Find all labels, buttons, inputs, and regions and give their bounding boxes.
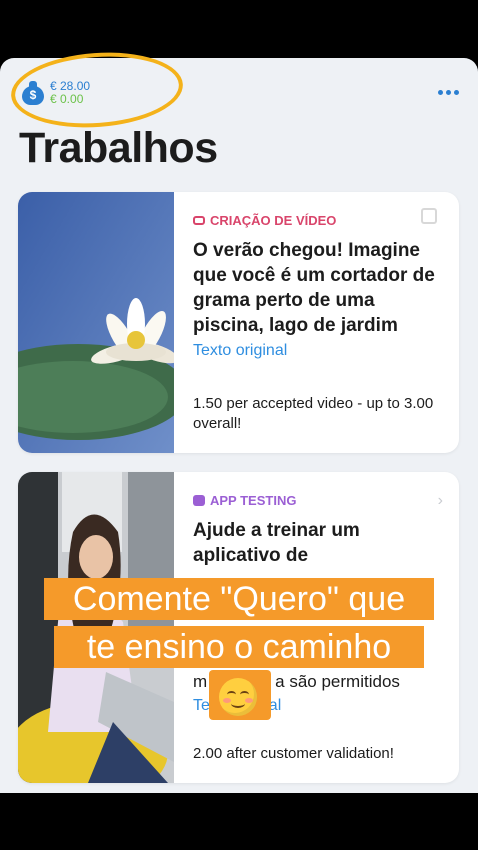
more-options-icon[interactable] bbox=[438, 90, 459, 95]
caption-line-2: te ensino o caminho bbox=[54, 626, 424, 668]
original-text-link[interactable]: Texto original bbox=[193, 342, 445, 360]
chevron-right-icon: › bbox=[437, 492, 443, 509]
app-icon bbox=[193, 495, 205, 506]
page-title: Trabalhos bbox=[19, 124, 218, 172]
record-icon bbox=[421, 208, 437, 224]
job-card-video[interactable]: CRIAÇÃO DE VÍDEO O verão chegou! Imagine… bbox=[18, 192, 459, 453]
job-title: Ajude a treinar um aplicativo de bbox=[193, 520, 360, 566]
video-camera-icon bbox=[193, 216, 205, 225]
job-title: O verão chegou! Imagine que você é um co… bbox=[193, 240, 435, 336]
payment-info: 2.00 after customer validation! bbox=[193, 745, 394, 762]
category-label: APP TESTING bbox=[193, 493, 445, 508]
smiling-face-icon bbox=[219, 678, 257, 716]
caption-line-1: Comente "Quero" que bbox=[44, 578, 434, 620]
category-label: CRIAÇÃO DE VÍDEO bbox=[193, 213, 445, 228]
payment-info: 1.50 per accepted video - up to 3.00 ove… bbox=[193, 395, 434, 432]
lotus-flower-image bbox=[18, 192, 174, 453]
